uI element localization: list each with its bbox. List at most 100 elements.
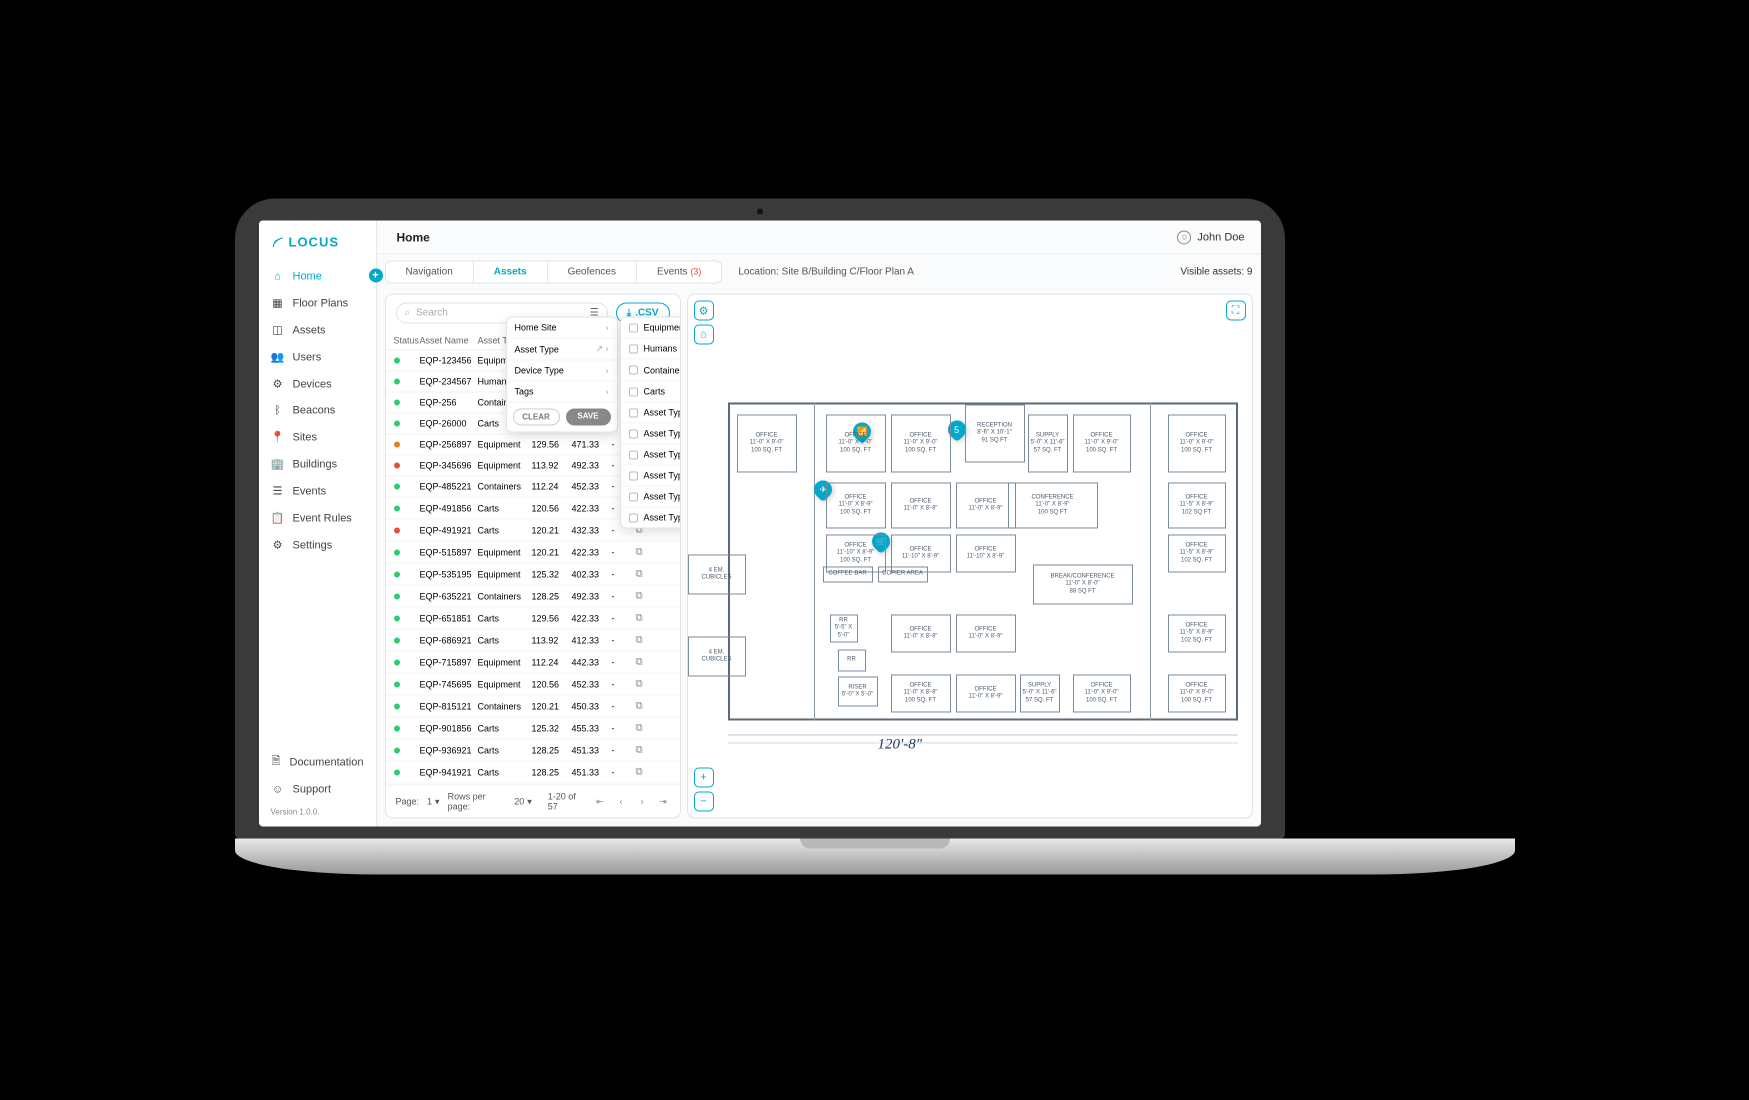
checkbox-icon <box>629 492 638 501</box>
status-dot <box>394 378 400 384</box>
filter-option[interactable]: Tags› <box>507 381 617 402</box>
table-row[interactable]: EQP-745695 Equipment 120.56 452.33 - ⧉ <box>386 673 680 695</box>
tab-assets[interactable]: Assets <box>474 261 548 282</box>
pager: Page: 1▾ Rows per page: 20▾ 1-20 of 57 ⇤… <box>386 784 680 817</box>
floorplan-room: OFFICE 11'-5" X 8'-9" 102 SQ. FT <box>1168 614 1226 652</box>
sidebar-item-users[interactable]: 👥Users <box>259 343 376 370</box>
sidebar-item-devices[interactable]: ⚙Devices <box>259 370 376 397</box>
page-first-button[interactable]: ⇤ <box>593 796 606 807</box>
external-link-icon[interactable]: ⧉ <box>636 744 660 755</box>
sidebar-item-label: Users <box>293 351 322 363</box>
status-dot <box>394 593 400 599</box>
page-last-button[interactable]: ⇥ <box>656 796 669 807</box>
external-link-icon[interactable]: ⧉ <box>636 766 660 777</box>
checkbox-icon <box>629 323 638 332</box>
floorplan-room: 4 EM. CUBICLES <box>688 554 746 594</box>
floorplan-room: OFFICE 11'-0" X 8'-9" 100 SQ. FT <box>891 674 951 712</box>
page-next-button[interactable]: › <box>635 796 648 806</box>
page-select[interactable]: 1▾ <box>427 796 440 807</box>
sidebar-item-support[interactable]: ☺Support <box>259 777 376 801</box>
external-link-icon[interactable]: ⧉ <box>636 568 660 579</box>
table-row[interactable]: EQP-941921 Carts 128.25 451.33 - ⧉ <box>386 761 680 783</box>
filter-option[interactable]: Home Site› <box>507 317 617 338</box>
sidebar-item-floor-plans[interactable]: ▦Floor Plans <box>259 289 376 316</box>
external-link-icon[interactable]: ⧉ <box>636 722 660 733</box>
sidebar-item-label: Buildings <box>293 458 338 470</box>
sidebar-item-event-rules[interactable]: 📋Event Rules <box>259 504 376 531</box>
map-icon: ▦ <box>271 296 285 309</box>
sidebar-item-home[interactable]: ⌂Home <box>259 263 376 289</box>
external-link-icon[interactable]: ⧉ <box>636 590 660 601</box>
save-button[interactable]: SAVE <box>566 408 611 425</box>
external-link-icon[interactable]: ⧉ <box>636 546 660 557</box>
assets-panel: ⌕ Search ☰ ⤓ .CSV Home Site›Asset Type↗ … <box>385 293 681 818</box>
table-row[interactable]: EQP-651851 Carts 129.56 422.33 - ⧉ <box>386 607 680 629</box>
table-row[interactable]: EQP-715897 Equipment 112.24 442.33 - ⧉ <box>386 651 680 673</box>
floorplan-room: OFFICE 11'-10" X 8'-9" <box>956 534 1016 572</box>
user-menu[interactable]: ☺ John Doe <box>1177 230 1244 244</box>
tab-navigation[interactable]: Navigation <box>386 261 474 282</box>
sidebar-item-settings[interactable]: ⚙Settings <box>259 531 376 558</box>
type-option[interactable]: Humans <box>621 338 681 359</box>
floorplan-room: OFFICE 11'-5" X 8'-9" 102 SQ FT <box>1168 482 1226 528</box>
version-label: Version 1.0.0. <box>259 801 376 826</box>
floorplan-room: SUPPLY 5'-0" X 11'-6" 57 SQ. FT <box>1020 674 1060 712</box>
sidebar-item-beacons[interactable]: ᛒBeacons <box>259 397 376 423</box>
floorplan-room: OFFICE 11'-0" X 8'-9" <box>956 482 1016 528</box>
floorplan-room: OFFICE 11'-0" X 9'-0" 100 SQ. FT <box>1168 674 1226 712</box>
sidebar-item-documentation[interactable]: 🗎Documentation <box>259 746 376 777</box>
status-dot <box>394 441 400 447</box>
checkbox-icon <box>629 450 638 459</box>
external-link-icon[interactable]: ⧉ <box>636 678 660 689</box>
status-dot <box>394 615 400 621</box>
floorplan-room: OFFICE 11'-0" X 8'-9" <box>891 482 951 528</box>
floorplan-room: BREAK/CONFERENCE 11'-0" X 8'-0" 88 SQ FT <box>1033 564 1133 604</box>
sidebar-item-label: Events <box>293 485 327 497</box>
table-row[interactable]: EQP-901856 Carts 125.32 455.33 - ⧉ <box>386 717 680 739</box>
clear-button[interactable]: CLEAR <box>513 408 560 425</box>
checkbox-icon <box>629 365 638 374</box>
support-icon: ☺ <box>271 783 285 795</box>
type-option[interactable]: Asset Type 7 <box>621 444 681 465</box>
home-icon: ⌂ <box>271 270 285 282</box>
tab-geofences[interactable]: Geofences <box>548 261 637 282</box>
filter-option[interactable]: Asset Type↗ › <box>507 338 617 360</box>
sidebar-item-assets[interactable]: ◫Assets <box>259 316 376 343</box>
rows-select[interactable]: 20▾ <box>514 796 532 807</box>
status-dot <box>394 483 400 489</box>
external-link-icon[interactable]: ⧉ <box>636 656 660 667</box>
doc-icon: 🗎 <box>271 752 282 771</box>
checkbox-icon <box>629 471 638 480</box>
sidebar-item-label: Sites <box>293 431 317 443</box>
type-option[interactable]: Asset Type 5 <box>621 402 681 423</box>
filter-option[interactable]: Device Type› <box>507 360 617 381</box>
external-link-icon[interactable]: ⧉ <box>636 612 660 623</box>
type-option[interactable]: Asset Type 10 <box>621 507 681 527</box>
sidebar-item-sites[interactable]: 📍Sites <box>259 423 376 450</box>
type-option[interactable]: Asset Type 8 <box>621 465 681 486</box>
status-dot <box>394 527 400 533</box>
type-option[interactable]: Carts <box>621 381 681 402</box>
sidebar-item-events[interactable]: ☰Events <box>259 477 376 504</box>
status-dot <box>394 725 400 731</box>
table-row[interactable]: EQP-936921 Carts 128.25 451.33 - ⧉ <box>386 739 680 761</box>
type-option[interactable]: Equipment <box>621 317 681 338</box>
table-row[interactable]: EQP-635221 Containers 128.25 492.33 - ⧉ <box>386 585 680 607</box>
type-option[interactable]: Asset Type 6 <box>621 423 681 444</box>
bluetooth-icon: ᛒ <box>271 404 285 416</box>
table-row[interactable]: EQP-535195 Equipment 125.32 402.33 - ⧉ <box>386 563 680 585</box>
external-link-icon[interactable]: ⧉ <box>636 634 660 645</box>
location-breadcrumb: Location: Site B/Building C/Floor Plan A <box>732 266 1170 277</box>
page-prev-button[interactable]: ‹ <box>614 796 627 806</box>
checkbox-icon <box>629 344 638 353</box>
external-link-icon[interactable]: ⧉ <box>636 700 660 711</box>
tab-events[interactable]: Events (3) <box>637 261 721 282</box>
table-row[interactable]: EQP-686921 Carts 113.92 412.33 - ⧉ <box>386 629 680 651</box>
sidebar-item-buildings[interactable]: 🏢Buildings <box>259 450 376 477</box>
type-option[interactable]: Containers↖ <box>621 359 681 381</box>
table-row[interactable]: EQP-815121 Containers 120.21 450.33 - ⧉ <box>386 695 680 717</box>
type-option[interactable]: Asset Type 9 <box>621 486 681 507</box>
add-button[interactable]: + <box>369 268 383 282</box>
table-row[interactable]: EQP-515897 Equipment 120.21 422.33 - ⧉ <box>386 541 680 563</box>
floorplan-panel[interactable]: ⚙ ⌂ ⛶ + − <box>687 293 1253 818</box>
